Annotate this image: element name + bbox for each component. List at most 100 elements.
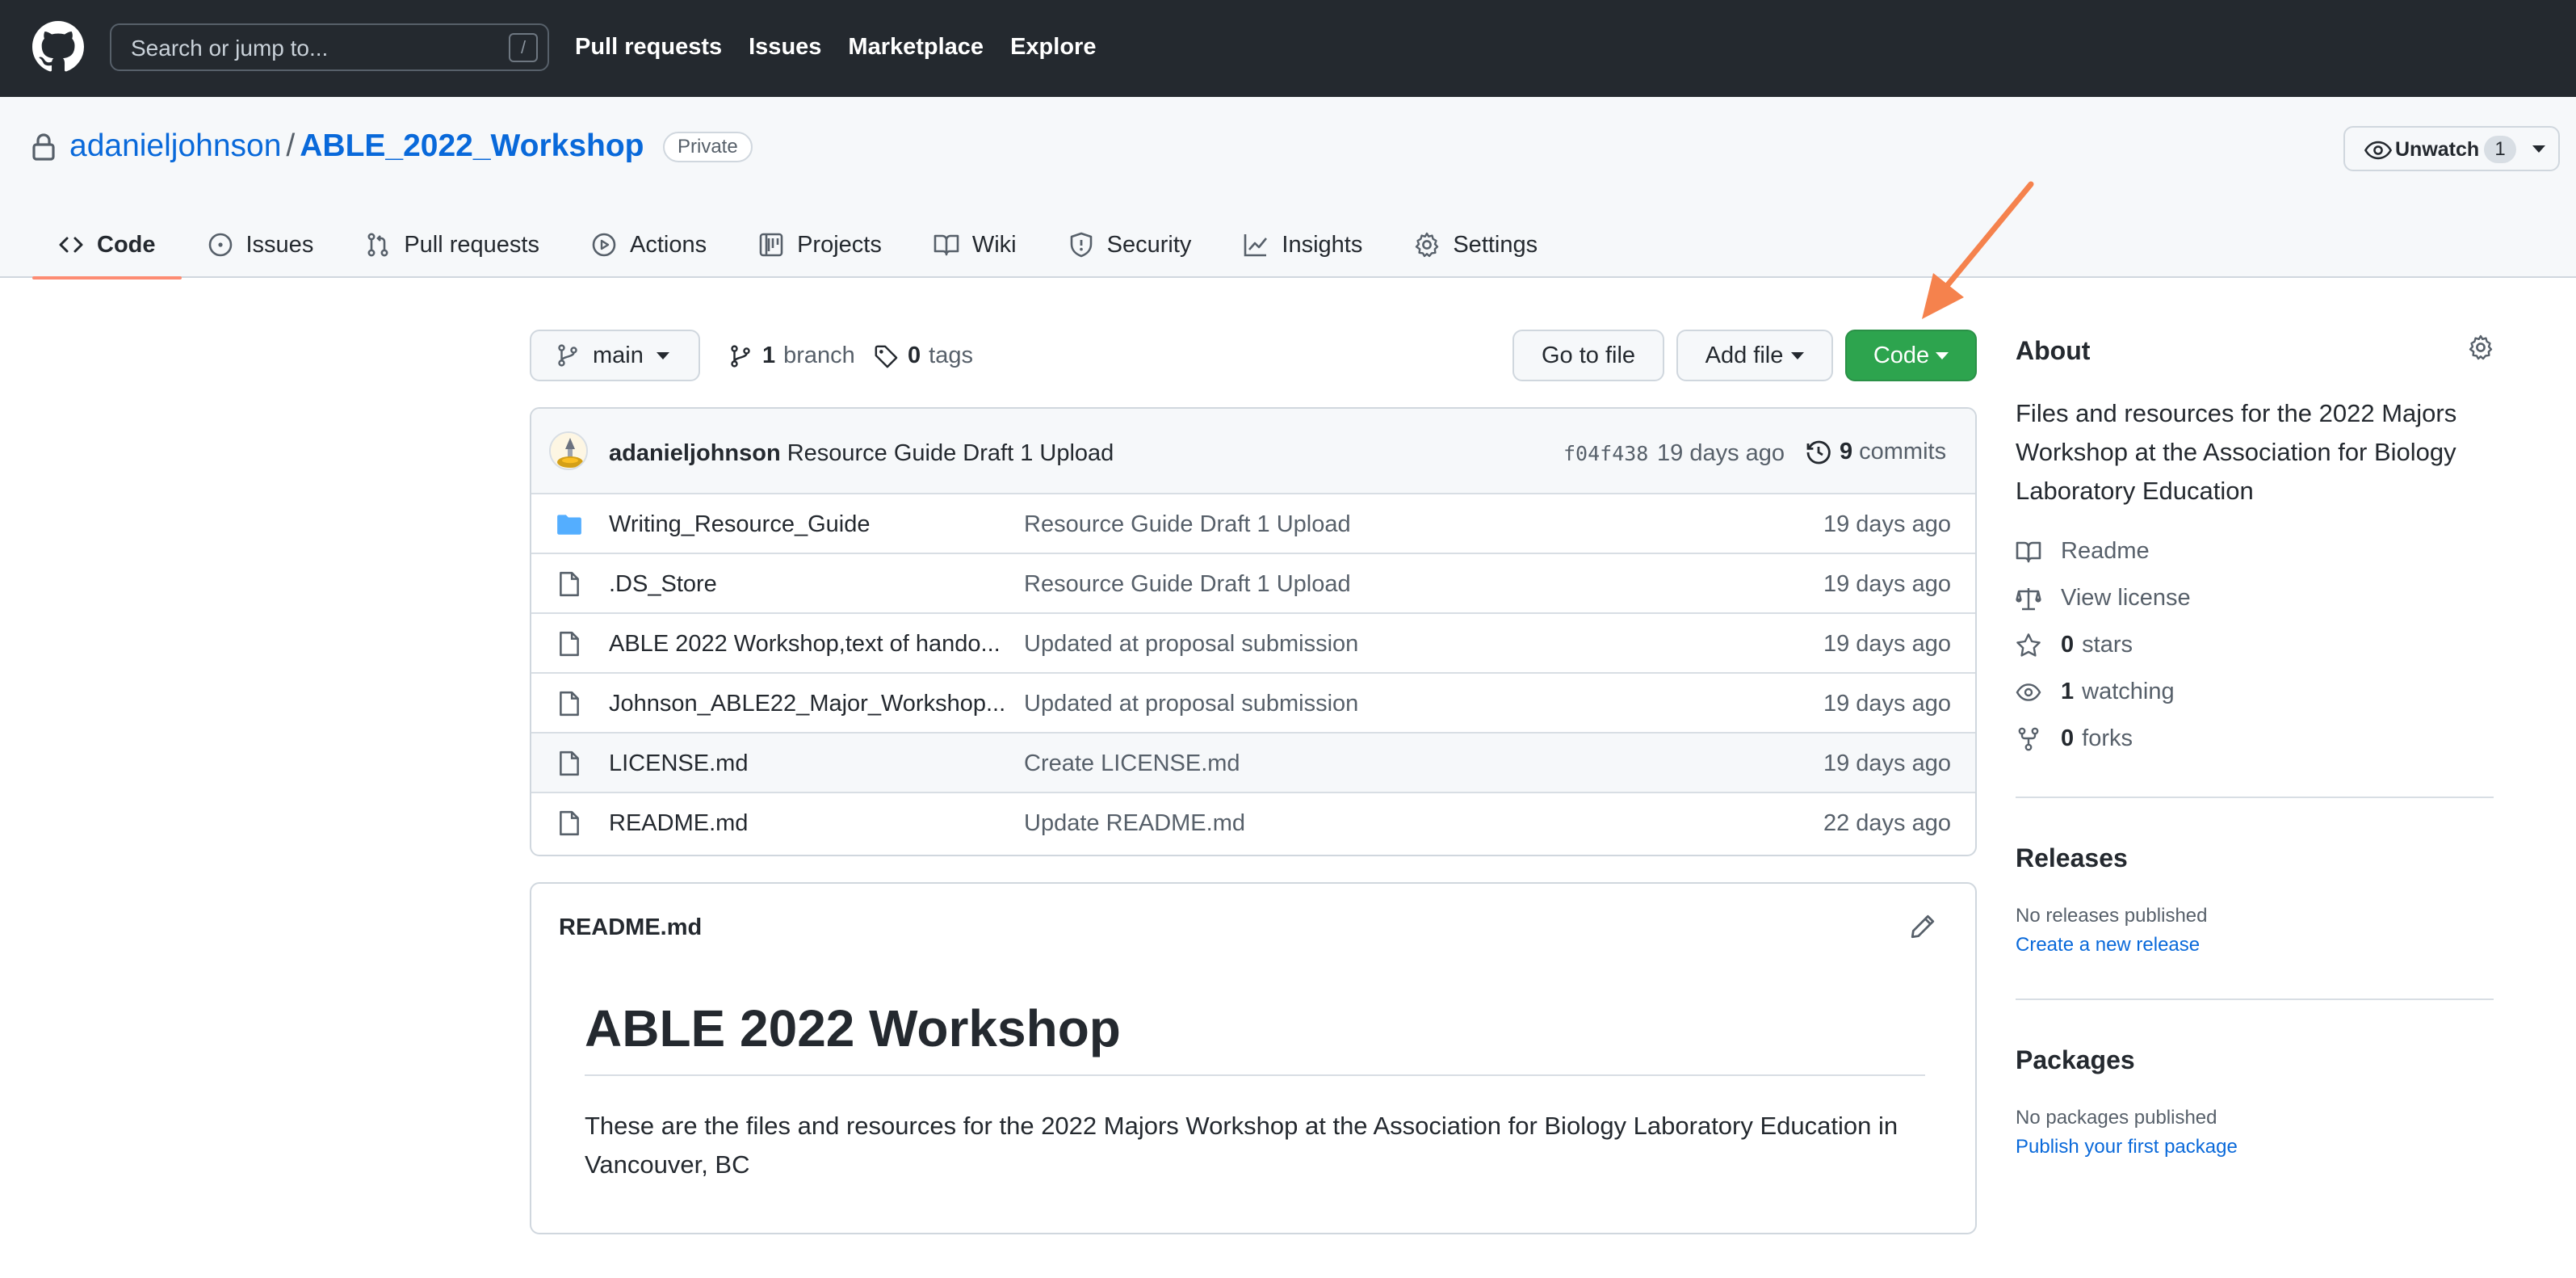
file-icon bbox=[560, 631, 579, 657]
branch-label: branch bbox=[783, 343, 855, 368]
file-row[interactable]: Johnson_ABLE22_Major_Workshop... Updated… bbox=[531, 672, 1975, 732]
commit-sha-link[interactable]: f04f438 bbox=[1563, 442, 1648, 465]
tab-pull-requests[interactable]: Pull requests bbox=[339, 212, 565, 278]
tab-security[interactable]: Security bbox=[1043, 212, 1218, 278]
watching-count: 1 bbox=[2061, 679, 2075, 704]
file-name-link[interactable]: Writing_Resource_Guide bbox=[609, 511, 870, 538]
watch-count: 1 bbox=[2484, 136, 2516, 163]
add-file-button[interactable]: Add file bbox=[1676, 330, 1833, 381]
file-name-link[interactable]: LICENSE.md bbox=[609, 750, 748, 777]
avatar-image-icon bbox=[551, 433, 586, 469]
file-row[interactable]: Writing_Resource_Guide Resource Guide Dr… bbox=[531, 493, 1975, 553]
tab-label: Insights bbox=[1282, 231, 1363, 258]
file-name-link[interactable]: Johnson_ABLE22_Major_Workshop... bbox=[609, 691, 1005, 717]
commit-author-link[interactable]: adanieljohnson bbox=[609, 440, 781, 466]
tab-actions[interactable]: Actions bbox=[565, 212, 732, 278]
gear-icon[interactable] bbox=[2468, 334, 2494, 360]
chevron-down-icon[interactable] bbox=[2532, 145, 2545, 153]
pencil-icon[interactable] bbox=[1909, 913, 1936, 940]
file-list: adanieljohnson Resource Guide Draft 1 Upl… bbox=[530, 407, 1977, 856]
tab-insights[interactable]: Insights bbox=[1217, 212, 1388, 278]
branch-select-button[interactable]: main bbox=[530, 330, 700, 381]
readme-panel: README.md ABLE 2022 Workshop These are t… bbox=[530, 882, 1977, 1234]
issue-icon bbox=[208, 233, 232, 257]
tag-count: 0 bbox=[908, 343, 921, 368]
unwatch-button[interactable]: Unwatch 1 bbox=[2343, 126, 2560, 171]
lock-icon bbox=[32, 133, 55, 161]
file-row[interactable]: README.md Update README.md 22 days ago bbox=[531, 792, 1975, 851]
tab-code[interactable]: Code bbox=[32, 212, 182, 280]
about-heading: About bbox=[2016, 336, 2091, 365]
avatar[interactable] bbox=[549, 431, 588, 470]
eye-icon bbox=[2364, 141, 2392, 160]
readme-link[interactable]: Readme bbox=[2016, 538, 2150, 565]
commits-link[interactable]: 9 commits bbox=[1806, 439, 1946, 465]
file-age: 19 days ago bbox=[1823, 511, 1951, 537]
chevron-down-icon bbox=[656, 351, 669, 359]
watching-link[interactable]: 1 watching bbox=[2016, 679, 2175, 705]
tab-issues[interactable]: Issues bbox=[182, 212, 340, 278]
eye-icon bbox=[2016, 683, 2041, 701]
file-row[interactable]: ABLE 2022 Workshop,text of hando... Upda… bbox=[531, 612, 1975, 672]
file-name-link[interactable]: .DS_Store bbox=[609, 571, 717, 598]
project-icon bbox=[759, 233, 783, 257]
file-name-link[interactable]: ABLE 2022 Workshop,text of hando... bbox=[609, 631, 1001, 658]
file-icon bbox=[560, 750, 579, 776]
nav-issues[interactable]: Issues bbox=[749, 34, 821, 61]
forks-link[interactable]: 0 forks bbox=[2016, 725, 2133, 752]
tab-settings[interactable]: Settings bbox=[1388, 212, 1563, 278]
repo-name-link[interactable]: ABLE_2022_Workshop bbox=[300, 128, 644, 163]
stars-label: stars bbox=[2082, 632, 2133, 658]
license-link[interactable]: View license bbox=[2016, 585, 2191, 612]
create-release-link[interactable]: Create a new release bbox=[2016, 934, 2200, 956]
stars-link[interactable]: 0 stars bbox=[2016, 632, 2133, 658]
file-name-link[interactable]: README.md bbox=[609, 810, 748, 837]
tab-label: Wiki bbox=[971, 231, 1017, 258]
file-commit-message-link[interactable]: Updated at proposal submission bbox=[1024, 691, 1358, 717]
nav-pull-requests[interactable]: Pull requests bbox=[575, 34, 722, 61]
search-shortcut-key: / bbox=[509, 33, 538, 62]
branches-link[interactable]: 1 branch bbox=[728, 343, 855, 369]
file-commit-message-link[interactable]: Resource Guide Draft 1 Upload bbox=[1024, 511, 1351, 538]
commit-count: 9 bbox=[1840, 439, 1853, 465]
pull-request-icon bbox=[367, 233, 388, 257]
tab-projects[interactable]: Projects bbox=[732, 212, 908, 278]
tags-link[interactable]: 0 tags bbox=[874, 343, 973, 369]
file-commit-message-link[interactable]: Create LICENSE.md bbox=[1024, 750, 1240, 777]
publish-package-link[interactable]: Publish your first package bbox=[2016, 1136, 2238, 1158]
repo-separator: / bbox=[286, 128, 296, 163]
repo-tabs: Code Issues Pull requests Actions Projec… bbox=[32, 212, 1563, 280]
law-icon bbox=[2016, 587, 2041, 610]
file-icon bbox=[560, 691, 579, 717]
releases-heading[interactable]: Releases bbox=[2016, 843, 2128, 873]
chevron-down-icon bbox=[1936, 351, 1949, 359]
sidebar-divider bbox=[2016, 797, 2494, 798]
folder-icon bbox=[557, 515, 581, 535]
file-commit-message-link[interactable]: Updated at proposal submission bbox=[1024, 631, 1358, 658]
nav-marketplace[interactable]: Marketplace bbox=[848, 34, 984, 61]
packages-heading[interactable]: Packages bbox=[2016, 1045, 2135, 1075]
file-age: 19 days ago bbox=[1823, 691, 1951, 717]
file-age: 19 days ago bbox=[1823, 631, 1951, 657]
stars-count: 0 bbox=[2061, 632, 2075, 658]
code-icon bbox=[59, 237, 83, 253]
global-header: Search or jump to... / Pull requests Iss… bbox=[0, 0, 2576, 97]
file-age: 19 days ago bbox=[1823, 571, 1951, 597]
nav-explore[interactable]: Explore bbox=[1010, 34, 1096, 61]
visibility-badge: Private bbox=[663, 132, 753, 162]
go-to-file-button[interactable]: Go to file bbox=[1512, 330, 1664, 381]
file-commit-message-link[interactable]: Update README.md bbox=[1024, 810, 1245, 837]
search-input[interactable]: Search or jump to... / bbox=[110, 23, 549, 71]
file-row[interactable]: LICENSE.md Create LICENSE.md 19 days ago bbox=[531, 732, 1975, 792]
file-row[interactable]: .DS_Store Resource Guide Draft 1 Upload … bbox=[531, 553, 1975, 612]
code-button[interactable]: Code bbox=[1845, 330, 1977, 381]
commit-message-link[interactable]: Resource Guide Draft 1 Upload bbox=[787, 440, 1114, 466]
tag-icon bbox=[875, 345, 898, 368]
github-logo-icon[interactable] bbox=[32, 21, 84, 73]
branch-name: main bbox=[593, 342, 644, 368]
file-commit-message-link[interactable]: Resource Guide Draft 1 Upload bbox=[1024, 571, 1351, 598]
releases-empty-text: No releases published bbox=[2016, 905, 2208, 927]
repo-owner-link[interactable]: adanieljohnson bbox=[69, 128, 281, 163]
file-icon bbox=[560, 571, 579, 597]
tab-wiki[interactable]: Wiki bbox=[908, 212, 1043, 278]
